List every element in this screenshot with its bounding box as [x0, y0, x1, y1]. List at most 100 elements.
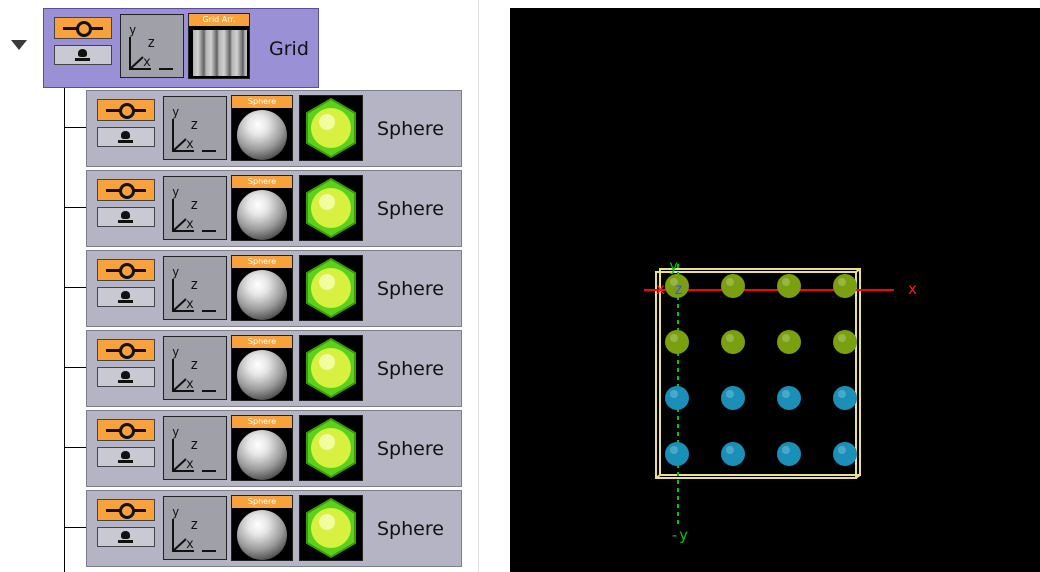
sphere-geometry-icon[interactable]: [299, 415, 363, 481]
sphere-geometry-icon[interactable]: [299, 95, 363, 161]
sphere-highlight: [838, 390, 846, 398]
tree-node-sphere[interactable]: y z x Sphere Sphere: [86, 410, 462, 487]
axis-x-label: x: [186, 137, 194, 152]
grid-sphere-blue: [665, 386, 689, 410]
tree-node-grid[interactable]: y z x Grid Arr. Grid: [43, 8, 319, 88]
axis-y-label: y: [172, 425, 180, 439]
axis-transform-icon[interactable]: y z x: [163, 416, 227, 480]
transform-icon[interactable]: [97, 99, 157, 149]
grid-sphere-green: [833, 274, 857, 298]
sphere-highlight: [726, 390, 734, 398]
material-sphere-preview: [237, 350, 287, 400]
grid-sphere-blue: [721, 386, 745, 410]
material-label: Sphere: [232, 176, 292, 188]
lock-person-icon[interactable]: [97, 527, 155, 547]
sphere-highlight: [670, 334, 678, 342]
lock-person-icon[interactable]: [97, 447, 155, 467]
sphere-geometry-icon[interactable]: [299, 175, 363, 241]
viewport-canvas: [644, 264, 894, 528]
axis-x-label: x: [186, 377, 194, 392]
tree-connector-branch: [64, 447, 86, 448]
visibility-toggle-icon[interactable]: [54, 17, 112, 39]
sphere-highlight: [782, 278, 790, 286]
grid-sphere-green: [777, 274, 801, 298]
lock-person-icon[interactable]: [97, 367, 155, 387]
transform-icon[interactable]: [97, 259, 157, 309]
lock-person-icon[interactable]: [97, 287, 155, 307]
sphere-highlight: [782, 334, 790, 342]
node-label-sphere: Sphere: [377, 118, 444, 140]
tree-connector-branch: [64, 287, 86, 288]
sphere-highlight: [782, 446, 790, 454]
axis-transform-icon[interactable]: y z x: [163, 176, 227, 240]
grid-sphere-blue: [777, 442, 801, 466]
visibility-toggle-icon[interactable]: [97, 499, 155, 521]
tree-node-sphere[interactable]: y z x Sphere Sphere: [86, 90, 462, 167]
expand-arrow-icon[interactable]: [11, 40, 27, 50]
material-icon[interactable]: Sphere: [231, 95, 293, 161]
grid-sphere-green: [665, 330, 689, 354]
lock-person-icon[interactable]: [97, 127, 155, 147]
panel-divider[interactable]: [478, 0, 479, 572]
visibility-toggle-icon[interactable]: [97, 99, 155, 121]
material-label: Sphere: [232, 416, 292, 428]
z-axis-label: z: [674, 280, 684, 298]
axis-z-label: z: [190, 277, 199, 293]
grid-sphere-green: [721, 330, 745, 354]
tree-node-sphere[interactable]: y z x Sphere Sphere: [86, 250, 462, 327]
sphere-geometry-icon[interactable]: [299, 255, 363, 321]
node-label-sphere: Sphere: [377, 438, 444, 460]
axis-z-label: z: [190, 197, 199, 213]
axis-y-label: y: [172, 265, 180, 279]
grid-array-icon[interactable]: Grid Arr.: [188, 13, 250, 79]
sphere-highlight: [782, 390, 790, 398]
axis-y-label: y: [172, 105, 180, 119]
axis-transform-icon[interactable]: y z x: [163, 256, 227, 320]
sphere-highlight: [838, 334, 846, 342]
sphere-geometry-icon[interactable]: [299, 495, 363, 561]
visibility-toggle-icon[interactable]: [97, 419, 155, 441]
node-label-grid: Grid: [269, 38, 309, 60]
sphere-geometry-icon[interactable]: [299, 335, 363, 401]
node-label-sphere: Sphere: [377, 278, 444, 300]
lock-person-icon[interactable]: [54, 45, 112, 65]
material-label: Sphere: [232, 256, 292, 268]
axis-transform-icon[interactable]: y z x: [163, 496, 227, 560]
viewport-3d[interactable]: x y -y x z: [510, 8, 1040, 572]
axis-y-label: y: [172, 505, 180, 519]
material-icon[interactable]: Sphere: [231, 335, 293, 401]
axis-z-label: z: [190, 437, 199, 453]
tree-node-sphere[interactable]: y z x Sphere Sphere: [86, 170, 462, 247]
axis-y-label: y: [172, 185, 180, 199]
tree-connector-branch: [64, 367, 86, 368]
material-icon[interactable]: Sphere: [231, 415, 293, 481]
tree-node-sphere[interactable]: y z x Sphere Sphere: [86, 330, 462, 407]
material-icon[interactable]: Sphere: [231, 175, 293, 241]
transform-icon[interactable]: [97, 179, 157, 229]
transform-icon[interactable]: [54, 17, 114, 67]
sphere-highlight: [838, 446, 846, 454]
visibility-toggle-icon[interactable]: [97, 259, 155, 281]
visibility-toggle-icon[interactable]: [97, 339, 155, 361]
material-icon[interactable]: Sphere: [231, 495, 293, 561]
material-label: Sphere: [232, 96, 292, 108]
scene-tree: y z x Grid Arr. Grid y z x Sphere Sphere…: [0, 0, 470, 572]
transform-icon[interactable]: [97, 499, 157, 549]
transform-icon[interactable]: [97, 339, 157, 389]
tree-connector-branch: [64, 127, 86, 128]
visibility-toggle-icon[interactable]: [97, 179, 155, 201]
lock-person-icon[interactable]: [97, 207, 155, 227]
axis-transform-icon[interactable]: y z x: [163, 96, 227, 160]
negative-x-axis-label: x: [656, 280, 666, 298]
material-sphere-preview: [237, 430, 287, 480]
axis-transform-icon[interactable]: y z x: [163, 336, 227, 400]
grid-thumbnail: [193, 30, 247, 76]
axis-y-label: y: [172, 345, 180, 359]
sphere-highlight: [726, 334, 734, 342]
axis-transform-icon[interactable]: y z x: [120, 14, 184, 78]
transform-icon[interactable]: [97, 419, 157, 469]
material-icon[interactable]: Sphere: [231, 255, 293, 321]
tree-node-sphere[interactable]: y z x Sphere Sphere: [86, 490, 462, 567]
axis-x-label: x: [186, 537, 194, 552]
grid-sphere-green: [777, 330, 801, 354]
